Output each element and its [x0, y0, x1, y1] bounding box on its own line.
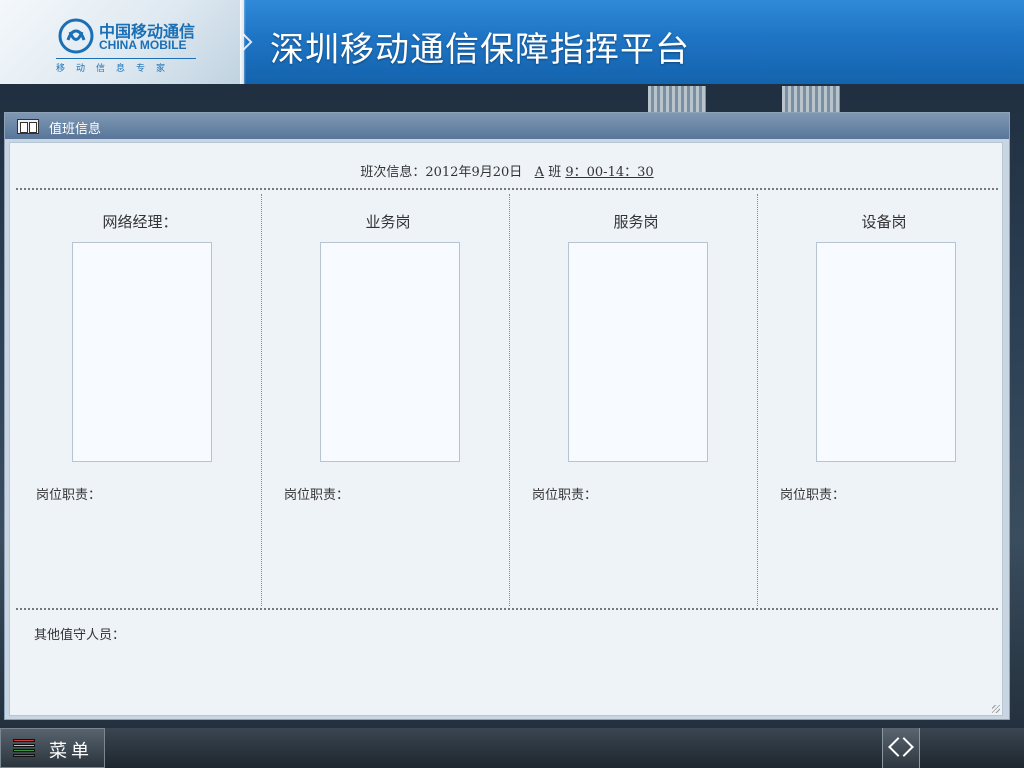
menu-icon-bar: [13, 754, 35, 757]
divider: [261, 194, 262, 606]
position-title: 网络经理：: [102, 213, 178, 231]
duty-label: 岗位职责：: [36, 488, 102, 503]
duty-label: 岗位职责：: [284, 488, 350, 503]
china-mobile-logo-icon: [58, 18, 94, 54]
position-title: 服务岗: [613, 213, 659, 231]
shift-info-label: 班次信息：: [360, 165, 426, 180]
panel-title: 值班信息: [49, 122, 102, 137]
shift-info-row: 班次信息：2012年9月20日 A 班 9：00-14：30: [10, 161, 1004, 180]
duty-info-panel: 值班信息 班次信息：2012年9月20日 A 班 9：00-14：30 网络经理…: [4, 112, 1010, 720]
other-staff-label: 其他值守人员：: [34, 628, 126, 643]
position-title: 业务岗: [365, 213, 411, 231]
bottom-bar: 菜单: [0, 728, 1024, 768]
divider: [509, 194, 510, 606]
position-column-service: 服务岗 岗位职责：: [512, 194, 760, 606]
duty-label: 岗位职责：: [780, 488, 846, 503]
menu-icon-bar: [13, 744, 35, 747]
header: 中国移动通信 CHINA MOBILE 移动信息专家 深圳移动通信保障指挥平台: [0, 0, 1024, 84]
menu-label: 菜单: [49, 741, 93, 762]
staff-photo: [816, 242, 956, 462]
duty-label: 岗位职责：: [532, 488, 598, 503]
nav-arrows-button[interactable]: [882, 728, 920, 768]
divider: [16, 608, 998, 610]
duty-info-icon: [17, 119, 39, 134]
panel-body: 班次信息：2012年9月20日 A 班 9：00-14：30 网络经理： 岗位职…: [9, 142, 1003, 716]
shift-time: 9：00-14：30: [565, 165, 654, 180]
position-column-business: 业务岗 岗位职责：: [264, 194, 512, 606]
menu-icon: [13, 739, 35, 759]
staff-photo: [320, 242, 460, 462]
divider: [16, 188, 998, 190]
staff-photo: [72, 242, 212, 462]
position-title: 设备岗: [861, 213, 907, 231]
staff-photo: [568, 242, 708, 462]
menu-icon-bar: [13, 739, 35, 742]
shift-code: A: [534, 165, 545, 180]
shift-word: 班: [548, 165, 562, 180]
page-title: 深圳移动通信保障指挥平台: [270, 30, 690, 70]
menu-icon-bar: [13, 749, 35, 752]
background-building-window: [648, 86, 706, 112]
background-building-window: [782, 86, 840, 112]
logo-panel: 中国移动通信 CHINA MOBILE 移动信息专家: [0, 0, 246, 84]
menu-button[interactable]: 菜单: [0, 728, 105, 768]
divider: [757, 194, 758, 606]
logo-slogan: 移动信息专家: [56, 58, 196, 74]
panel-titlebar: 值班信息: [5, 113, 1009, 139]
shift-date: 2012年9月20日: [425, 165, 523, 180]
position-column-equipment: 设备岗 岗位职责：: [760, 194, 1008, 606]
logo-text-en: CHINA MOBILE: [99, 38, 187, 52]
position-column-network-manager: 网络经理： 岗位职责：: [16, 194, 264, 606]
resize-grip-icon[interactable]: [992, 705, 1000, 713]
